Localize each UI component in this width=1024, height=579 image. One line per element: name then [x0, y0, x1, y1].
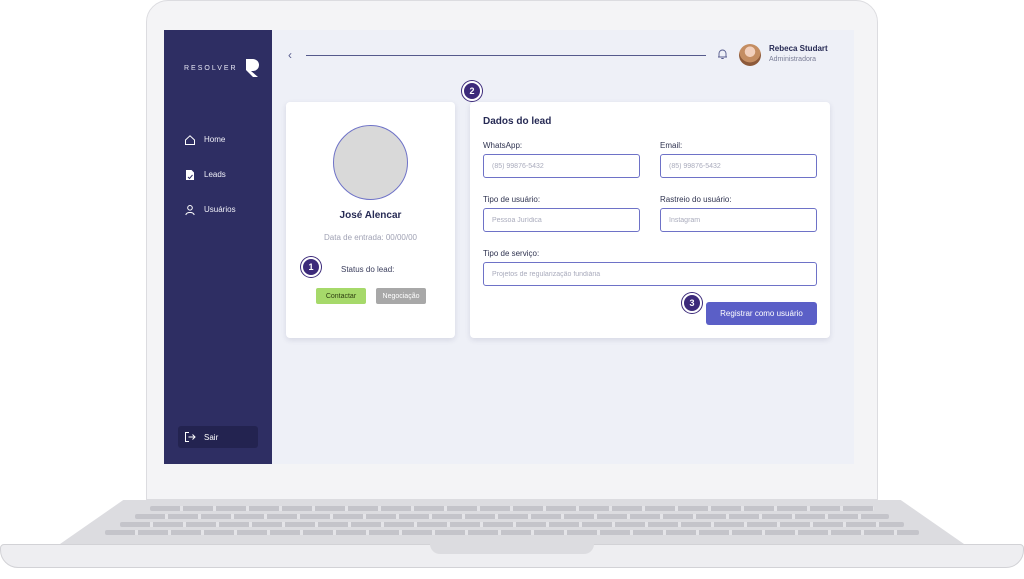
user-name: Rebeca Studart: [769, 44, 828, 53]
lead-entry-date: Data de entrada: 00/00/00: [324, 233, 417, 242]
whatsapp-input[interactable]: [483, 154, 640, 178]
service-type-label: Tipo de serviço:: [483, 249, 540, 258]
user-icon: [185, 204, 195, 215]
user-type-input[interactable]: [483, 208, 640, 232]
lead-profile-card: José Alencar Data de entrada: 00/00/00 S…: [286, 102, 455, 338]
user-role: Administradora: [769, 56, 817, 63]
sidebar-item-label: Home: [204, 135, 226, 144]
brand-mark-icon: [245, 59, 259, 77]
lead-photo: [333, 125, 408, 200]
user-tracking-label: Rastreio do usuário:: [660, 195, 732, 204]
avatar[interactable]: [739, 44, 761, 66]
contact-button[interactable]: Contactar: [316, 288, 366, 304]
keyboard-row: [150, 506, 874, 511]
header-divider: [306, 55, 706, 56]
negotiation-button[interactable]: Negociação: [376, 288, 426, 304]
laptop-mockup: RESOLVER Home Leads Usuários Sair ‹ Rebe…: [0, 0, 1024, 579]
user-type-label: Tipo de usuário:: [483, 195, 541, 204]
brand-name: RESOLVER: [184, 64, 238, 72]
keyboard-row: [105, 530, 919, 535]
user-tracking-input[interactable]: [660, 208, 817, 232]
logout-label: Sair: [204, 432, 219, 442]
service-type-input[interactable]: [483, 262, 817, 286]
sidebar-nav: Home Leads Usuários: [184, 122, 236, 227]
lead-name: José Alencar: [339, 210, 402, 221]
lead-status-label: Status do lead:: [341, 265, 395, 274]
keyboard-row: [135, 514, 889, 519]
brand-logo: RESOLVER: [184, 58, 260, 78]
whatsapp-label: WhatsApp:: [483, 141, 523, 150]
document-icon: [186, 169, 194, 180]
sidebar: RESOLVER Home Leads Usuários Sair: [164, 30, 272, 464]
bell-icon[interactable]: [717, 48, 728, 60]
laptop-notch: [430, 544, 594, 554]
sidebar-item-leads[interactable]: Leads: [184, 157, 236, 192]
step-badge-1: 1: [301, 257, 321, 277]
back-chevron-icon[interactable]: ‹: [288, 48, 292, 62]
step-badge-2: 2: [462, 81, 482, 101]
email-label: Email:: [660, 141, 683, 150]
register-user-button[interactable]: Registrar como usuário: [706, 302, 817, 325]
sidebar-item-label: Usuários: [204, 205, 236, 214]
sidebar-item-label: Leads: [204, 170, 226, 179]
email-input[interactable]: [660, 154, 817, 178]
sidebar-item-home[interactable]: Home: [184, 122, 236, 157]
lead-data-card: Dados do lead WhatsApp: Email: Tipo de u…: [470, 102, 830, 338]
keyboard-row: [120, 522, 904, 527]
app-screen: RESOLVER Home Leads Usuários Sair ‹ Rebe…: [164, 30, 854, 464]
home-icon: [185, 134, 195, 145]
logout-button[interactable]: Sair: [178, 426, 258, 448]
step-badge-3: 3: [682, 293, 702, 313]
sidebar-item-usuarios[interactable]: Usuários: [184, 192, 236, 227]
logout-icon: [185, 432, 196, 442]
form-title: Dados do lead: [483, 116, 552, 127]
